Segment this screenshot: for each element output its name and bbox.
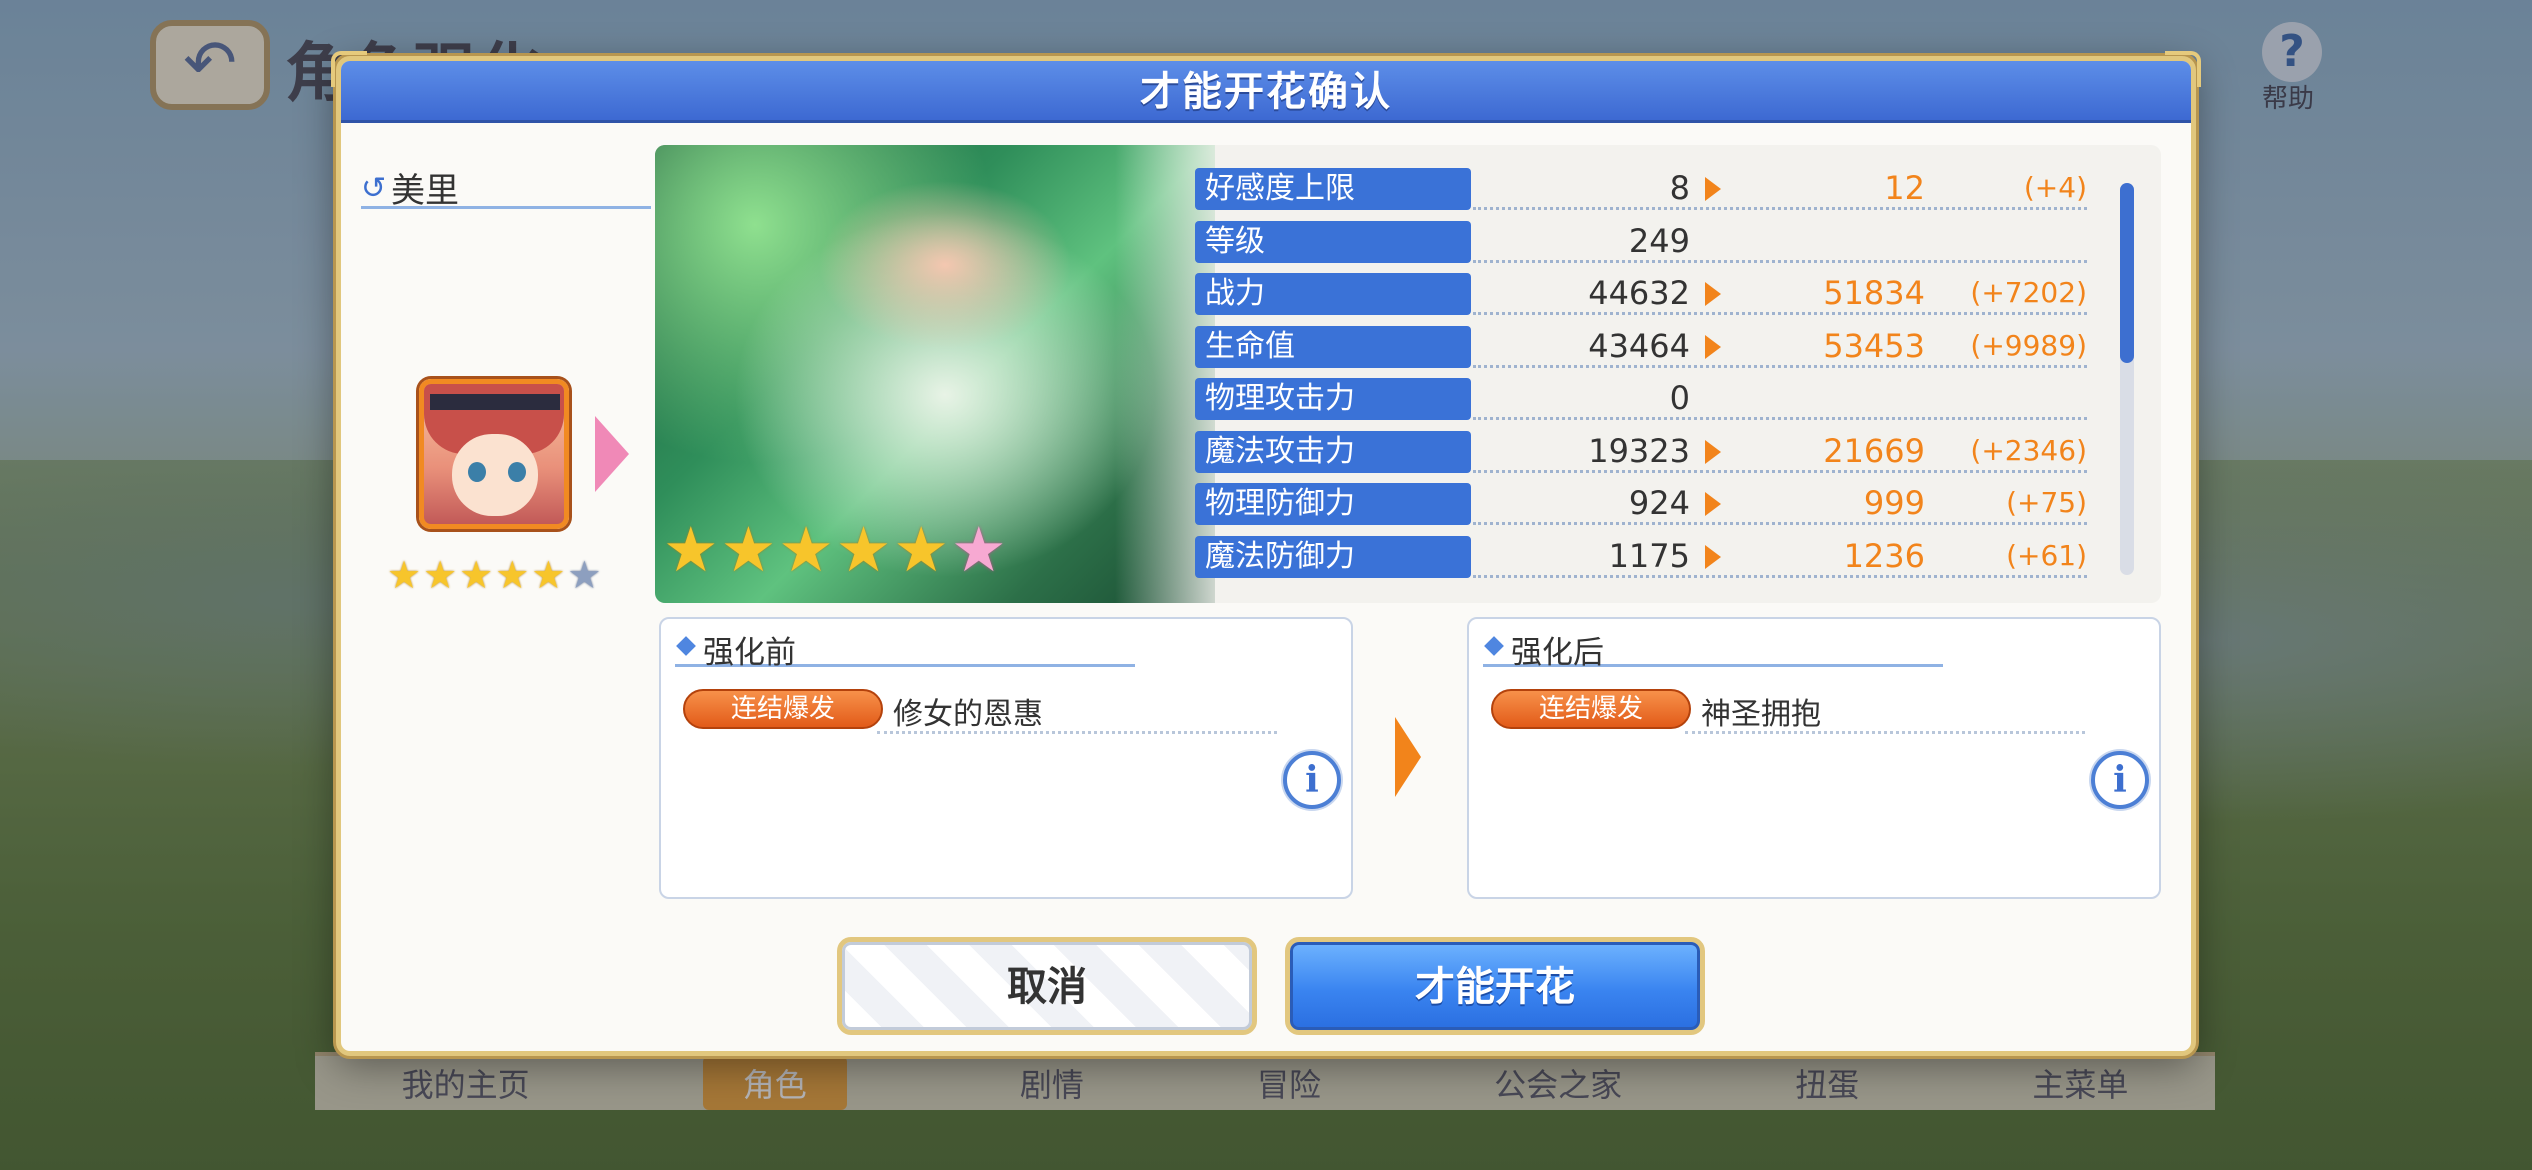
stat-before-value: 1175 [1608,536,1690,575]
info-icon[interactable]: i [1283,751,1341,809]
rarity-stars: ★ ★ ★ ★ ★ ★ [387,555,601,595]
stat-label: 魔法防御力 [1195,535,1471,578]
divider [1473,364,2087,368]
arrow-right-icon [1705,177,1721,201]
stat-row: 魔法防御力 1175 1236 (+61) [1195,531,2099,584]
diamond-icon [1484,636,1504,656]
arrow-right-icon [1705,334,1721,359]
info-icon[interactable]: i [2091,751,2149,809]
stat-diff-value: (+4) [2023,171,2087,204]
art-rarity-stars: ★ ★ ★ ★ ★ ★ [663,517,1007,583]
stat-label: 好感度上限 [1195,168,1471,210]
divider [1473,207,2087,210]
star-icon: ★ [567,553,602,597]
stat-diff-value: (+2346) [1970,433,2087,467]
stat-row: 物理攻击力 0 [1195,373,2099,426]
character-name: 美里 [391,171,459,211]
divider [1685,731,2085,734]
star-icon: ★ [720,513,777,586]
confirm-dialog: 才能开花确认 ↺ 美里 ★ ★ ★ ★ ★ ★ ★ ★ ★ ★ ★ ★ 好感度上限 8 12 (+4) 等级… [331,51,2201,1056]
stat-after-value: 1236 [1843,536,1925,575]
scrollbar-thumb[interactable] [2120,183,2134,363]
stat-after-value: 12 [1884,169,1925,207]
star-icon: ★ [663,513,719,586]
skill-after-title: 强化后 [1511,635,1604,671]
dialog-title: 才能开花确认 [1140,69,1392,115]
portrait-eye [508,462,526,482]
arrow-right-icon [1705,544,1721,569]
arrow-right-icon [1705,282,1721,306]
star-icon: ★ [531,553,566,597]
ribbon-icon: ↺ [361,171,387,206]
divider [1473,259,2087,263]
stat-before-value: 19323 [1588,431,1690,470]
stat-row: 战力 44632 51834 (+7202) [1195,268,2099,321]
stats-scrollbar[interactable] [2120,183,2134,575]
stat-before-value: 8 [1669,169,1690,207]
star-icon: ★ [423,553,458,597]
stat-before-value: 44632 [1588,274,1690,312]
dialog-header: 才能开花确认 [341,61,2191,123]
character-art-panel: ★ ★ ★ ★ ★ ★ 好感度上限 8 12 (+4) 等级 249 战力 44632 51834 (+72… [655,145,2161,603]
diamond-icon [676,636,696,656]
character-portrait [419,379,569,529]
stat-before-value: 249 [1628,221,1690,260]
star-icon: ★ [459,553,494,597]
portrait-eye [468,462,486,482]
star-icon: ★ [387,553,422,597]
talent-bloom-button[interactable]: 才能开花 [1285,937,1705,1035]
stat-after-value: 999 [1863,484,1925,522]
stat-label: 物理攻击力 [1195,378,1471,420]
skill-before-panel: 强化前 连结爆发 修女的恩惠 i [659,617,1353,899]
arrow-right-icon [1705,492,1721,516]
stat-label: 魔法攻击力 [1195,430,1471,473]
skill-after-title-row: 强化后 [1483,627,1943,671]
skill-before-title-row: 强化前 [675,627,1135,671]
stat-diff-value: (+9989) [1970,328,2087,362]
stat-after-value: 51834 [1823,274,1925,312]
arrow-right-icon [595,416,629,492]
portrait-headband [430,394,560,410]
character-name-row: ↺ 美里 [361,161,651,211]
stat-before-value: 924 [1628,484,1690,522]
star-icon: ★ [893,513,949,586]
divider [1473,417,2087,420]
divider [877,731,1277,734]
skill-before-name: 修女的恩惠 [893,697,1043,732]
star-icon: ★ [495,553,530,597]
stat-label: 物理防御力 [1195,483,1471,525]
arrow-right-icon [1705,439,1721,464]
arrow-right-icon [1395,717,1421,797]
divider [1473,312,2087,315]
skill-before-title: 强化前 [703,635,796,671]
star-icon: ★ [778,513,834,586]
skill-after-panel: 强化后 连结爆发 神圣拥抱 i [1467,617,2161,899]
stats-table: 好感度上限 8 12 (+4) 等级 249 战力 44632 51834 (+7202) 生命值 4… [1195,163,2099,583]
divider [1473,522,2087,525]
skill-after-name: 神圣拥抱 [1701,697,1821,732]
star-icon: ★ [835,513,892,586]
stat-diff-value: (+61) [2006,538,2087,572]
stat-label: 生命值 [1195,325,1471,368]
stat-after-value: 21669 [1823,431,1925,470]
stat-row: 好感度上限 8 12 (+4) [1195,163,2099,216]
stat-row: 魔法攻击力 19323 21669 (+2346) [1195,426,2099,479]
stat-after-value: 53453 [1823,326,1925,365]
stat-diff-value: (+7202) [1970,276,2087,309]
star-icon: ★ [950,513,1007,586]
stat-row: 生命值 43464 53453 (+9989) [1195,321,2099,374]
union-burst-badge: 连结爆发 [1491,689,1691,729]
union-burst-badge: 连结爆发 [683,689,883,729]
stat-row: 等级 249 [1195,216,2099,269]
stat-diff-value: (+75) [2006,486,2087,519]
stat-before-value: 0 [1669,379,1690,417]
stat-label: 等级 [1195,220,1471,263]
stat-before-value: 43464 [1588,326,1690,365]
stat-row: 物理防御力 924 999 (+75) [1195,478,2099,531]
stat-label: 战力 [1195,273,1471,315]
divider [1473,574,2087,578]
cancel-button[interactable]: 取消 [837,937,1257,1035]
divider [1473,469,2087,473]
